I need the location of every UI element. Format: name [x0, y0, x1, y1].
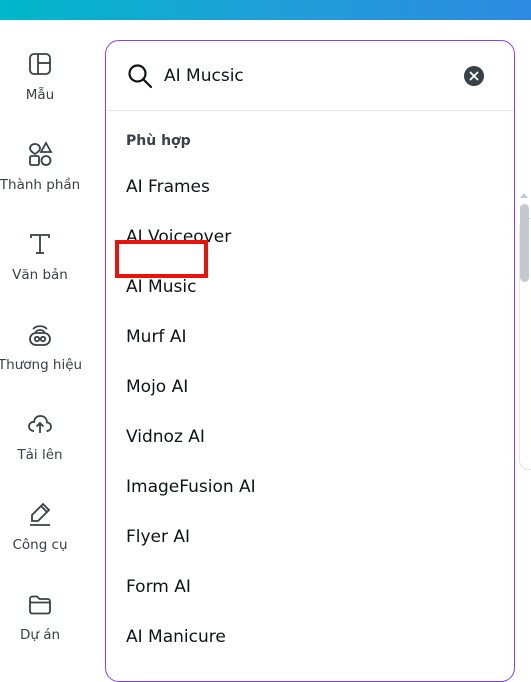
result-item-form-ai[interactable]: Form AI [126, 572, 191, 602]
layout-icon [26, 50, 54, 78]
sidebar-item-label: Tải lên [17, 447, 63, 463]
sidebar-item-label: Dự án [19, 627, 61, 643]
sidebar-item-templates[interactable]: Mẫu [0, 50, 80, 122]
top-gradient-bar [0, 0, 531, 20]
result-item-ai-voiceover[interactable]: AI Voiceover [126, 222, 231, 252]
result-item-murf-ai[interactable]: Murf AI [126, 322, 186, 352]
result-item-mojo-ai[interactable]: Mojo AI [126, 372, 188, 402]
search-icon [127, 63, 153, 89]
sidebar-item-elements[interactable]: Thành phần [0, 140, 80, 212]
result-item-flyer-ai[interactable]: Flyer AI [126, 522, 190, 552]
sidebar-item-label: Công cụ [12, 537, 68, 553]
sidebar-item-label: Thương hiệu [0, 357, 83, 373]
shapes-icon [26, 140, 54, 168]
pen-tool-icon [26, 500, 54, 528]
sidebar: Mẫu Thành phần Văn bản Thương hiệu Tải l… [0, 20, 82, 646]
brand-icon [26, 320, 54, 348]
result-item-ai-manicure[interactable]: AI Manicure [126, 622, 226, 652]
search-divider [106, 110, 514, 111]
sidebar-item-tools[interactable]: Công cụ [0, 500, 80, 572]
close-icon [469, 71, 479, 81]
search-input[interactable] [164, 61, 454, 91]
sidebar-item-label: Mẫu [25, 87, 55, 103]
search-panel: Phù hợp AI Frames AI Voiceover AI Music … [105, 40, 515, 682]
cloud-upload-icon [26, 410, 54, 438]
scrollbar-thumb[interactable] [520, 204, 529, 282]
sidebar-item-text[interactable]: Văn bản [0, 230, 80, 302]
text-icon [26, 230, 54, 258]
results-section-label: Phù hợp [126, 133, 191, 149]
clear-search-button[interactable] [464, 66, 484, 86]
sidebar-item-label: Thành phần [0, 177, 81, 193]
scroll-up-arrow-icon[interactable] [519, 185, 529, 198]
result-item-ai-frames[interactable]: AI Frames [126, 172, 210, 202]
result-item-vidnoz-ai[interactable]: Vidnoz AI [126, 422, 205, 452]
result-item-ai-music[interactable]: AI Music [126, 272, 196, 302]
sidebar-item-projects[interactable]: Dự án [0, 590, 80, 662]
sidebar-item-brand[interactable]: Thương hiệu [0, 320, 82, 392]
sidebar-item-uploads[interactable]: Tải lên [0, 410, 80, 482]
folder-icon [26, 590, 54, 618]
result-item-imagefusion-ai[interactable]: ImageFusion AI [126, 472, 256, 502]
sidebar-item-label: Văn bản [12, 267, 68, 283]
